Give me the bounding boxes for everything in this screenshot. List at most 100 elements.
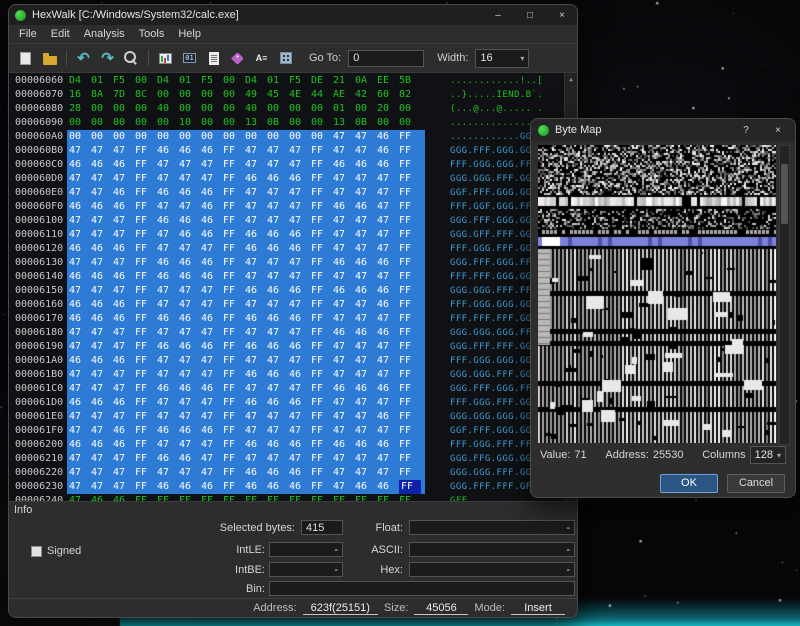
hex-byte[interactable]: 47 <box>69 214 91 228</box>
hex-byte[interactable]: FF <box>223 452 245 466</box>
goto-input[interactable] <box>348 50 424 67</box>
hex-byte[interactable]: FF <box>399 424 421 438</box>
hex-byte[interactable]: 46 <box>245 172 267 186</box>
hex-byte[interactable]: 46 <box>179 270 201 284</box>
hex-byte[interactable]: FF <box>399 452 421 466</box>
hex-byte[interactable]: 46 <box>179 340 201 354</box>
hex-byte[interactable]: 46 <box>113 242 135 256</box>
hex-byte[interactable]: 46 <box>179 144 201 158</box>
hex-byte[interactable]: 46 <box>245 312 267 326</box>
hex-byte[interactable]: 00 <box>91 102 113 116</box>
open-file-button[interactable] <box>39 48 60 69</box>
hex-byte[interactable]: 47 <box>333 368 355 382</box>
hex-byte[interactable]: 46 <box>69 200 91 214</box>
hex-byte[interactable]: 13 <box>333 116 355 130</box>
hex-byte[interactable]: 47 <box>267 256 289 270</box>
hex-byte[interactable]: 46 <box>355 382 377 396</box>
hex-byte[interactable]: 46 <box>157 186 179 200</box>
hex-byte[interactable]: 47 <box>69 186 91 200</box>
minimize-button[interactable]: – <box>485 6 511 24</box>
hex-byte[interactable]: 46 <box>377 256 399 270</box>
hex-byte[interactable]: AE <box>333 88 355 102</box>
hex-byte[interactable]: 47 <box>355 410 377 424</box>
hex-byte[interactable]: FF <box>223 326 245 340</box>
hex-byte[interactable]: 46 <box>377 382 399 396</box>
hex-byte[interactable]: 00 <box>135 74 157 88</box>
cancel-button[interactable]: Cancel <box>727 474 785 493</box>
hex-byte[interactable]: 47 <box>113 214 135 228</box>
hex-byte[interactable]: FF <box>223 410 245 424</box>
hex-byte[interactable]: 47 <box>113 256 135 270</box>
hex-byte[interactable]: FF <box>311 214 333 228</box>
redo-button[interactable]: ↷ <box>97 48 118 69</box>
hex-byte[interactable]: 46 <box>289 466 311 480</box>
hex-byte[interactable]: 8A <box>91 88 113 102</box>
hex-byte[interactable]: 46 <box>201 228 223 242</box>
hex-byte[interactable]: 47 <box>157 326 179 340</box>
hex-byte[interactable]: 46 <box>245 242 267 256</box>
hex-byte[interactable]: 0A <box>355 74 377 88</box>
hex-byte[interactable]: 46 <box>91 298 113 312</box>
hex-byte[interactable]: 46 <box>267 340 289 354</box>
hex-byte[interactable]: 47 <box>333 452 355 466</box>
hex-byte[interactable]: 46 <box>113 494 135 501</box>
hex-byte[interactable]: D4 <box>69 74 91 88</box>
hex-byte[interactable]: 47 <box>333 340 355 354</box>
hex-byte[interactable]: 46 <box>201 312 223 326</box>
menu-file[interactable]: File <box>12 27 44 41</box>
hex-byte[interactable]: 46 <box>69 298 91 312</box>
hex-byte[interactable]: FF <box>135 242 157 256</box>
hex-byte[interactable]: 46 <box>91 200 113 214</box>
hex-byte[interactable]: 47 <box>267 144 289 158</box>
hex-byte[interactable]: 40 <box>157 102 179 116</box>
hex-byte[interactable]: FF <box>135 452 157 466</box>
intle-input[interactable] <box>269 542 343 557</box>
hex-byte[interactable]: 47 <box>69 228 91 242</box>
hex-byte[interactable]: FF <box>399 242 421 256</box>
hex-byte[interactable]: 46 <box>267 438 289 452</box>
hex-byte[interactable]: 47 <box>179 368 201 382</box>
hex-byte[interactable]: 46 <box>157 480 179 494</box>
undo-button[interactable]: ↶ <box>73 48 94 69</box>
hex-byte[interactable]: 47 <box>179 242 201 256</box>
hex-byte[interactable]: 00 <box>157 116 179 130</box>
hex-byte[interactable]: FF <box>399 368 421 382</box>
hex-byte[interactable]: FF <box>135 326 157 340</box>
hex-byte[interactable]: 47 <box>289 270 311 284</box>
hex-byte[interactable]: 46 <box>377 130 399 144</box>
ok-button[interactable]: OK <box>660 474 718 493</box>
menu-edit[interactable]: Edit <box>44 27 77 41</box>
hex-byte[interactable]: 47 <box>377 424 399 438</box>
hex-byte[interactable]: 47 <box>91 424 113 438</box>
hex-byte[interactable]: 47 <box>201 326 223 340</box>
hex-byte[interactable]: 46 <box>113 270 135 284</box>
hex-byte[interactable]: 47 <box>113 368 135 382</box>
hex-byte[interactable]: 47 <box>377 312 399 326</box>
hex-byte[interactable]: FF <box>223 172 245 186</box>
hex-byte[interactable]: FF <box>135 186 157 200</box>
hex-byte[interactable]: 47 <box>113 410 135 424</box>
hex-byte[interactable]: 46 <box>179 228 201 242</box>
hex-byte[interactable]: 46 <box>157 452 179 466</box>
hex-byte[interactable]: 46 <box>113 438 135 452</box>
hex-byte[interactable]: 46 <box>201 256 223 270</box>
hex-byte[interactable]: 47 <box>69 340 91 354</box>
hex-byte[interactable]: FF <box>399 284 421 298</box>
hex-byte[interactable]: FF <box>223 284 245 298</box>
hex-byte[interactable]: 47 <box>91 452 113 466</box>
hex-byte[interactable]: FF <box>311 424 333 438</box>
hex-byte[interactable]: FF <box>135 396 157 410</box>
hex-byte[interactable]: 46 <box>69 242 91 256</box>
hex-byte[interactable]: 46 <box>377 298 399 312</box>
hex-byte[interactable]: 00 <box>179 88 201 102</box>
menu-help[interactable]: Help <box>171 27 208 41</box>
hex-byte[interactable]: FF <box>135 172 157 186</box>
hex-byte[interactable]: 49 <box>245 88 267 102</box>
hex-byte[interactable]: FF <box>311 298 333 312</box>
hex-byte[interactable]: 47 <box>69 410 91 424</box>
hex-byte[interactable]: 46 <box>113 158 135 172</box>
hex-byte[interactable]: 47 <box>333 410 355 424</box>
hex-byte[interactable]: 46 <box>201 424 223 438</box>
hex-byte[interactable]: 47 <box>355 396 377 410</box>
hex-byte[interactable]: 47 <box>267 410 289 424</box>
